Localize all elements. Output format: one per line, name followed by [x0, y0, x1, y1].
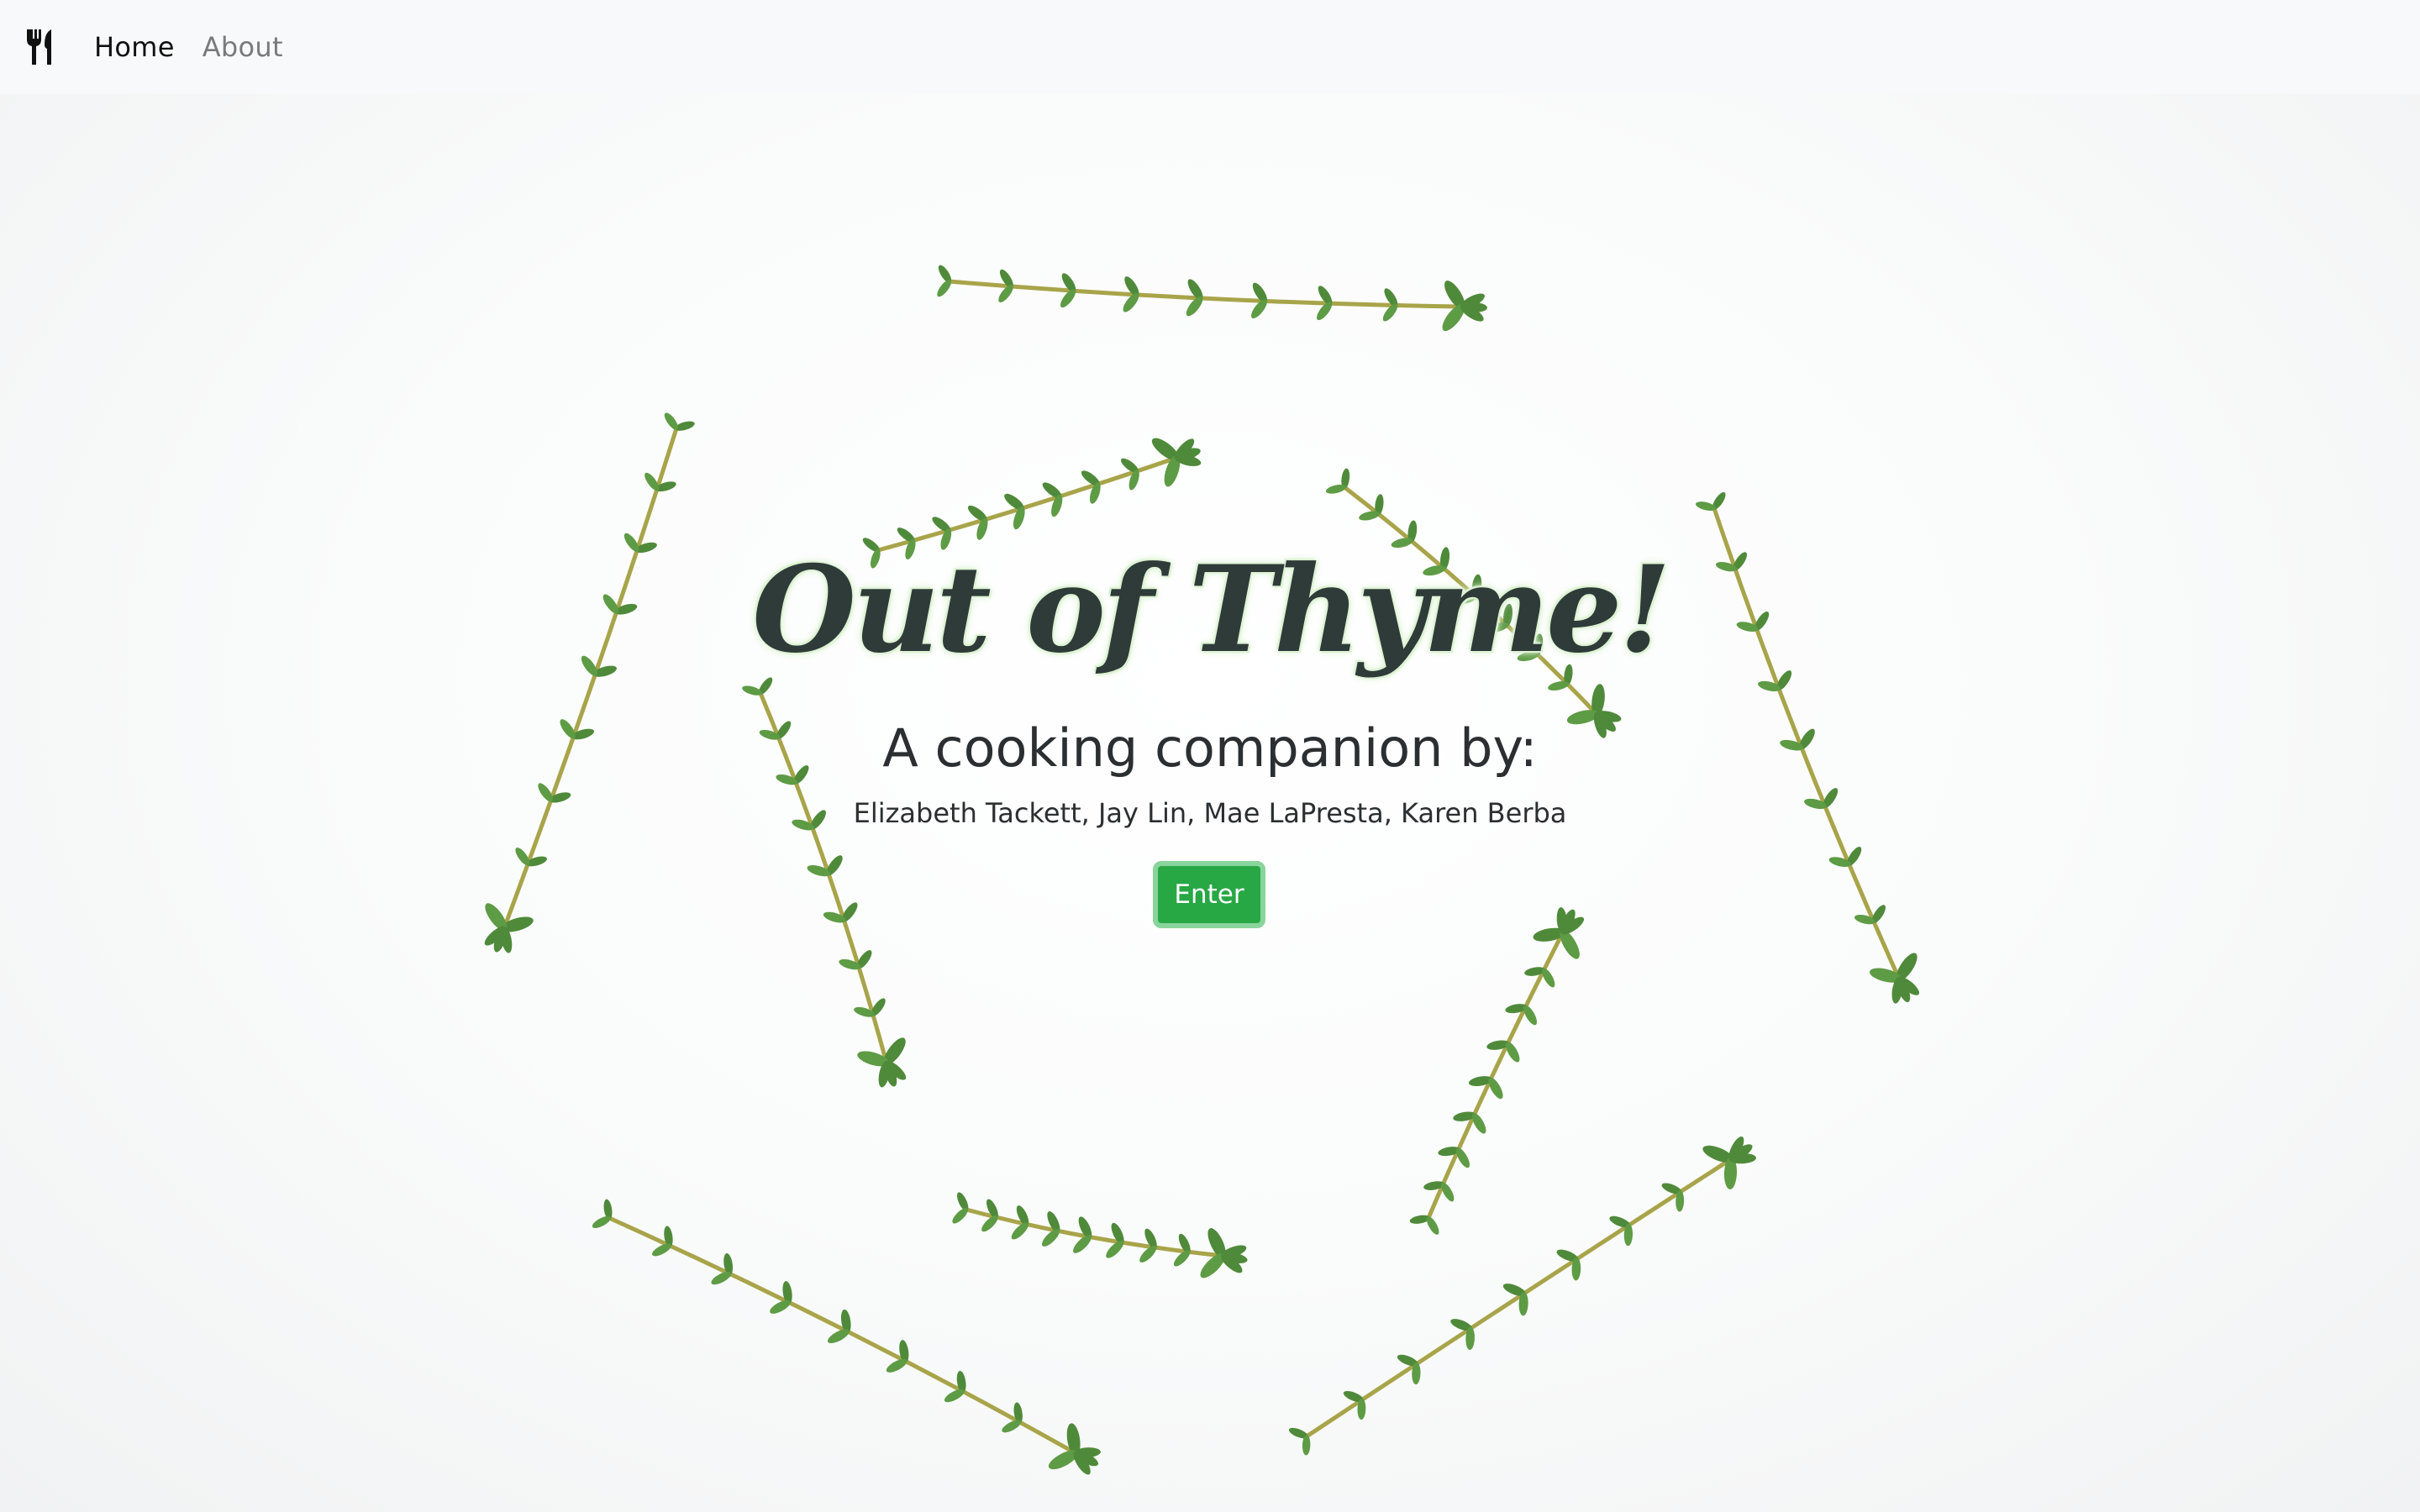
hero-subtitle: A cooking companion by:: [882, 717, 1538, 779]
enter-button[interactable]: Enter: [1153, 861, 1265, 928]
fork-knife-icon: [27, 29, 51, 65]
brand-fork-knife-icon[interactable]: [25, 28, 55, 66]
nav-link-home[interactable]: Home: [94, 31, 175, 63]
page: Home About Out of Thyme! A cooking compa…: [0, 0, 2420, 1512]
hero: Out of Thyme! A cooking companion by: El…: [0, 0, 2420, 1512]
hero-authors: Elizabeth Tackett, Jay Lin, Mae LaPresta…: [853, 797, 1567, 829]
navbar: Home About: [0, 0, 2420, 94]
hero-title: Out of Thyme!: [752, 540, 1671, 680]
nav-link-about[interactable]: About: [203, 31, 283, 63]
